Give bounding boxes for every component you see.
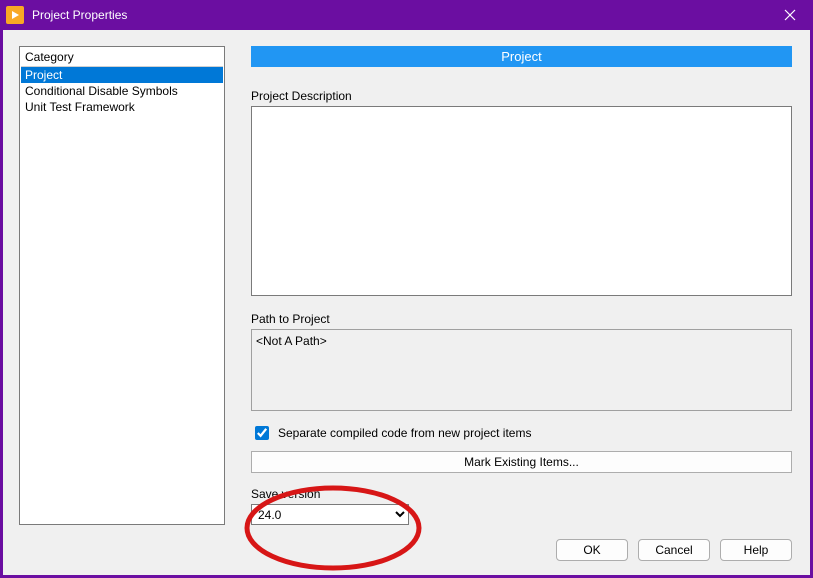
path-to-project-display: <Not A Path>	[251, 329, 792, 411]
cancel-button[interactable]: Cancel	[638, 539, 710, 561]
mark-existing-items-button[interactable]: Mark Existing Items...	[251, 451, 792, 473]
category-sidebar: Category Project Conditional Disable Sym…	[19, 46, 225, 525]
path-to-project-label: Path to Project	[251, 312, 792, 326]
sidebar-item-label: Unit Test Framework	[25, 100, 135, 114]
app-icon	[6, 6, 24, 24]
dialog-body: Category Project Conditional Disable Sym…	[0, 30, 813, 578]
panel-title: Project	[251, 46, 792, 67]
window-title: Project Properties	[32, 8, 127, 22]
sidebar-header: Category	[21, 48, 223, 67]
sidebar-item-label: Project	[25, 68, 62, 82]
close-button[interactable]	[767, 0, 813, 30]
sidebar-item-unit-test-framework[interactable]: Unit Test Framework	[21, 99, 223, 115]
titlebar: Project Properties	[0, 0, 813, 30]
save-version-select[interactable]: 24.0	[251, 504, 409, 525]
save-version-label: Save version	[251, 487, 792, 501]
project-description-input[interactable]	[251, 106, 792, 296]
main-panel: Project Project Description Path to Proj…	[251, 46, 792, 525]
separate-compiled-label: Separate compiled code from new project …	[278, 426, 531, 440]
close-icon	[784, 9, 796, 21]
sidebar-item-conditional-disable-symbols[interactable]: Conditional Disable Symbols	[21, 83, 223, 99]
dialog-button-row: OK Cancel Help	[19, 539, 792, 561]
sidebar-item-label: Conditional Disable Symbols	[25, 84, 178, 98]
project-description-label: Project Description	[251, 89, 792, 103]
help-button[interactable]: Help	[720, 539, 792, 561]
sidebar-item-project[interactable]: Project	[21, 67, 223, 83]
separate-compiled-checkbox[interactable]	[255, 426, 269, 440]
ok-button[interactable]: OK	[556, 539, 628, 561]
